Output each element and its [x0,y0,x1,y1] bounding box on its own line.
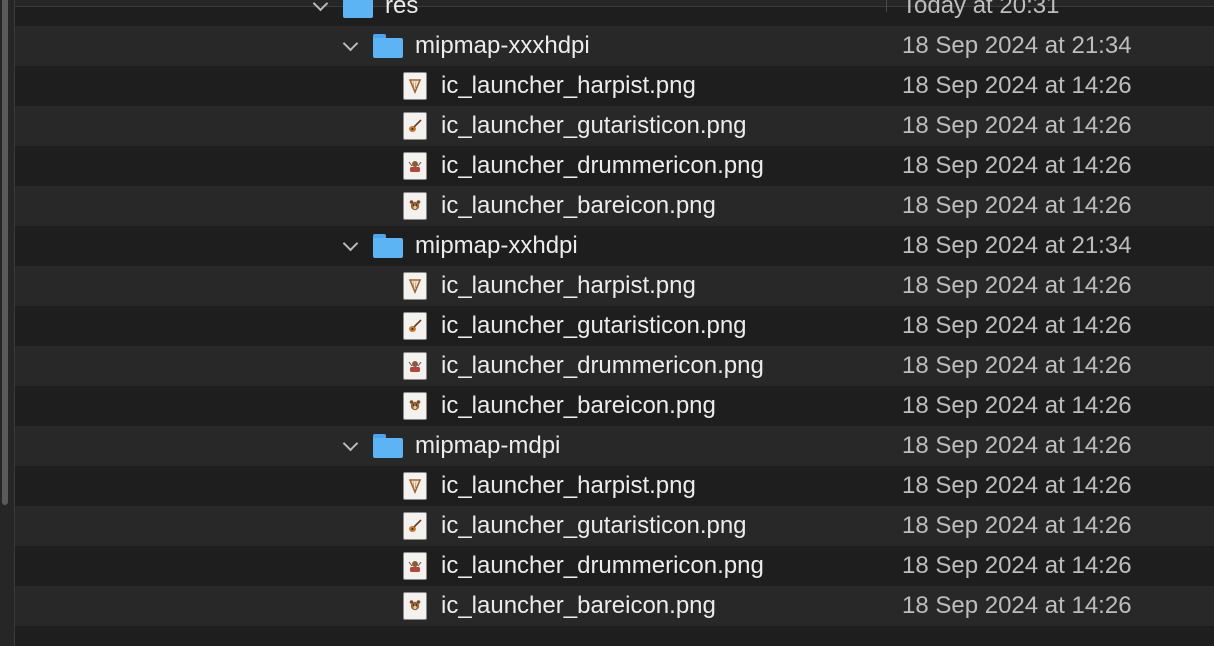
guitar-image-icon [403,112,427,140]
name-cell: ic_launcher_drummericon.png [373,552,764,580]
name-cell: ic_launcher_drummericon.png [373,352,764,380]
drum-image-icon [403,552,427,580]
date-modified: 18 Sep 2024 at 21:34 [902,232,1132,259]
name-cell: ic_launcher_harpist.png [373,272,696,300]
name-cell: res [313,0,418,20]
harp-image-icon [403,272,427,300]
file-row[interactable]: ic_launcher_drummericon.png 18 Sep 2024 a… [15,546,1214,586]
file-name: ic_launcher_gutaristicon.png [441,112,747,139]
chevron-down-icon[interactable] [313,0,329,14]
file-name: ic_launcher_harpist.png [441,472,696,499]
date-modified: 18 Sep 2024 at 14:26 [902,152,1132,179]
date-modified: 18 Sep 2024 at 14:26 [902,432,1132,459]
chevron-down-icon[interactable] [343,38,359,54]
date-modified: 18 Sep 2024 at 14:26 [902,472,1132,499]
file-name: ic_launcher_bareicon.png [441,592,716,619]
name-cell: ic_launcher_bareicon.png [373,592,716,620]
file-name: ic_launcher_drummericon.png [441,152,764,179]
file-row[interactable]: ic_launcher_bareicon.png 18 Sep 2024 at 1… [15,586,1214,626]
folder-name: res [385,0,419,19]
name-cell: ic_launcher_gutaristicon.png [373,312,747,340]
file-list: res Today at 20:31 mipmap-xxxhdpi 18 Sep 20… [15,0,1214,626]
file-name: ic_launcher_bareicon.png [441,192,716,219]
bear-image-icon [403,192,427,220]
file-row[interactable]: ic_launcher_drummericon.png 18 Sep 2024 a… [15,346,1214,386]
folder-name: mipmap-xxhdpi [415,232,578,259]
folder-row[interactable]: mipmap-xxhdpi 18 Sep 2024 at 21:34 [15,226,1214,266]
date-modified: 18 Sep 2024 at 14:26 [902,512,1132,539]
name-cell: ic_launcher_harpist.png [373,72,696,100]
file-name: ic_launcher_gutaristicon.png [441,312,747,339]
name-cell: ic_launcher_drummericon.png [373,152,764,180]
date-modified: Today at 20:31 [902,0,1060,19]
file-name: ic_launcher_drummericon.png [441,552,764,579]
folder-icon [373,34,403,58]
name-cell: mipmap-xxxhdpi [343,32,590,60]
date-modified: 18 Sep 2024 at 14:26 [902,272,1132,299]
file-row[interactable]: ic_launcher_drummericon.png 18 Sep 2024 a… [15,146,1214,186]
folder-row[interactable]: mipmap-xxxhdpi 18 Sep 2024 at 21:34 [15,26,1214,66]
file-row[interactable]: ic_launcher_harpist.png 18 Sep 2024 at 14… [15,66,1214,106]
folder-name: mipmap-xxxhdpi [415,32,590,59]
harp-image-icon [403,72,427,100]
harp-image-icon [403,472,427,500]
name-cell: ic_launcher_bareicon.png [373,392,716,420]
guitar-image-icon [403,312,427,340]
date-modified: 18 Sep 2024 at 14:26 [902,592,1132,619]
folder-icon [373,234,403,258]
chevron-down-icon[interactable] [343,238,359,254]
name-cell: mipmap-xxhdpi [343,232,578,260]
name-cell: ic_launcher_gutaristicon.png [373,512,747,540]
vertical-scrollbar[interactable] [0,0,14,646]
file-name: ic_launcher_gutaristicon.png [441,512,747,539]
file-row[interactable]: ic_launcher_gutaristicon.png 18 Sep 2024 … [15,506,1214,546]
date-modified: 18 Sep 2024 at 14:26 [902,352,1132,379]
date-modified: 18 Sep 2024 at 14:26 [902,392,1132,419]
date-modified: 18 Sep 2024 at 14:26 [902,312,1132,339]
drum-image-icon [403,352,427,380]
folder-row[interactable]: mipmap-mdpi 18 Sep 2024 at 14:26 [15,426,1214,466]
file-name: ic_launcher_harpist.png [441,72,696,99]
date-modified: 18 Sep 2024 at 21:34 [902,32,1132,59]
date-modified: 18 Sep 2024 at 14:26 [902,72,1132,99]
file-row[interactable]: ic_launcher_bareicon.png 18 Sep 2024 at 1… [15,186,1214,226]
file-row[interactable]: ic_launcher_harpist.png 18 Sep 2024 at 14… [15,466,1214,506]
name-cell: ic_launcher_bareicon.png [373,192,716,220]
name-cell: mipmap-mdpi [343,432,560,460]
bear-image-icon [403,592,427,620]
guitar-image-icon [403,512,427,540]
name-cell: ic_launcher_gutaristicon.png [373,112,747,140]
folder-name: mipmap-mdpi [415,432,561,459]
folder-row[interactable]: res Today at 20:31 [15,0,1214,26]
file-name: ic_launcher_harpist.png [441,272,696,299]
name-cell: ic_launcher_harpist.png [373,472,696,500]
scrollbar-thumb[interactable] [2,0,8,505]
drum-image-icon [403,152,427,180]
file-name: ic_launcher_drummericon.png [441,352,764,379]
folder-icon [343,0,373,18]
date-modified: 18 Sep 2024 at 14:26 [902,192,1132,219]
date-modified: 18 Sep 2024 at 14:26 [902,552,1132,579]
file-row[interactable]: ic_launcher_bareicon.png 18 Sep 2024 at 1… [15,386,1214,426]
file-row[interactable]: ic_launcher_gutaristicon.png 18 Sep 2024 … [15,306,1214,346]
bear-image-icon [403,392,427,420]
file-row[interactable]: ic_launcher_harpist.png 18 Sep 2024 at 14… [15,266,1214,306]
chevron-down-icon[interactable] [343,438,359,454]
file-row[interactable]: ic_launcher_gutaristicon.png 18 Sep 2024 … [15,106,1214,146]
folder-icon [373,434,403,458]
date-modified: 18 Sep 2024 at 14:26 [902,112,1132,139]
file-name: ic_launcher_bareicon.png [441,392,716,419]
